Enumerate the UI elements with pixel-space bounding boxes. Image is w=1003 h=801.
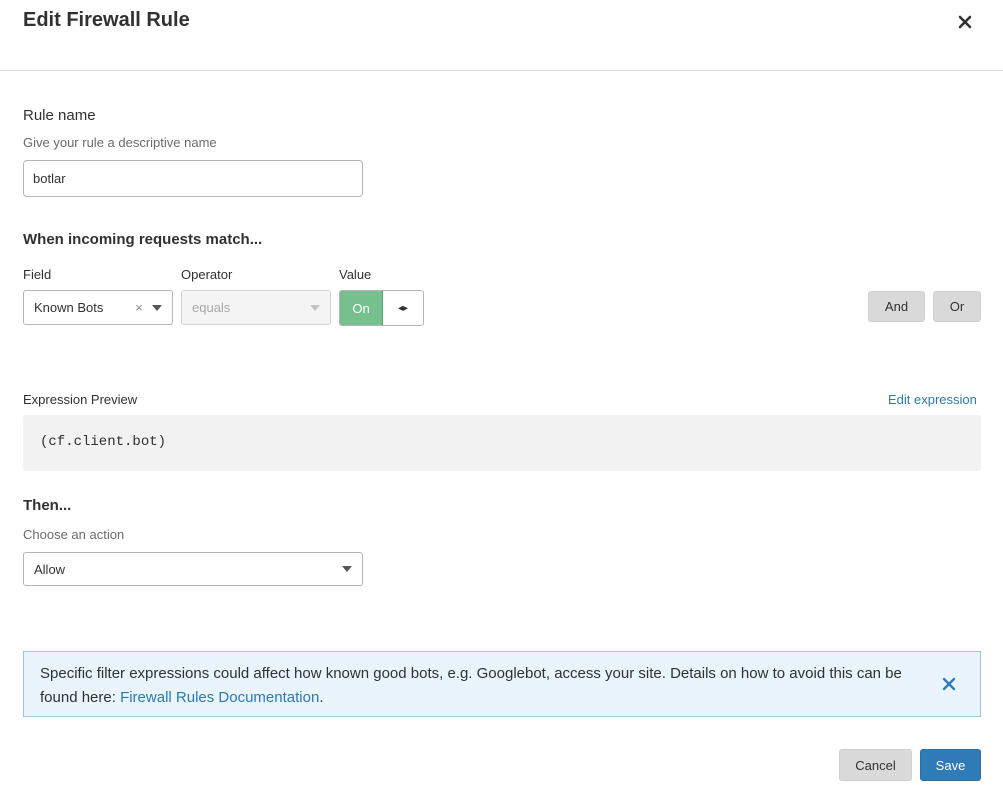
- dialog-header: Edit Firewall Rule: [0, 0, 1003, 71]
- chevron-down-icon: [310, 304, 320, 311]
- chevron-down-icon: [342, 566, 352, 572]
- expression-code: (cf.client.bot): [40, 434, 167, 450]
- rule-name-input[interactable]: [23, 160, 363, 197]
- field-label: Field: [23, 267, 52, 282]
- operator-select: equals: [181, 290, 331, 325]
- value-label: Value: [339, 267, 372, 282]
- dialog-title: Edit Firewall Rule: [23, 9, 190, 31]
- then-help: Choose an action: [23, 527, 125, 542]
- field-select[interactable]: Known Bots ×: [23, 290, 173, 325]
- action-select-value: Allow: [34, 561, 66, 577]
- notice-text: Specific filter expressions could affect…: [40, 662, 920, 710]
- close-icon[interactable]: [941, 676, 957, 692]
- save-button[interactable]: Save: [920, 749, 981, 781]
- match-heading: When incoming requests match...: [23, 231, 263, 248]
- clear-icon[interactable]: ×: [132, 300, 146, 315]
- rule-name-label: Rule name: [23, 107, 96, 124]
- expression-preview-label: Expression Preview: [23, 392, 138, 407]
- then-heading: Then...: [23, 497, 72, 514]
- operator-select-value: equals: [192, 300, 231, 315]
- field-select-value: Known Bots: [34, 300, 104, 315]
- firewall-docs-link[interactable]: Firewall Rules Documentation: [120, 689, 319, 706]
- toggle-on-label: On: [340, 291, 383, 325]
- notice-text-after: .: [319, 689, 324, 706]
- operator-label: Operator: [181, 267, 233, 282]
- and-button[interactable]: And: [868, 291, 925, 322]
- action-select[interactable]: Allow: [23, 552, 363, 586]
- edit-expression-link[interactable]: Edit expression: [888, 392, 977, 407]
- toggle-handle-icon: ◂▸: [397, 302, 409, 314]
- value-toggle[interactable]: On ◂▸: [339, 290, 424, 326]
- or-button[interactable]: Or: [933, 291, 981, 322]
- cancel-button[interactable]: Cancel: [839, 749, 912, 781]
- info-notice: Specific filter expressions could affect…: [23, 651, 981, 717]
- expression-preview-box: (cf.client.bot): [23, 415, 981, 471]
- chevron-down-icon: [152, 304, 162, 311]
- close-icon[interactable]: [955, 12, 975, 32]
- rule-name-help: Give your rule a descriptive name: [23, 135, 217, 150]
